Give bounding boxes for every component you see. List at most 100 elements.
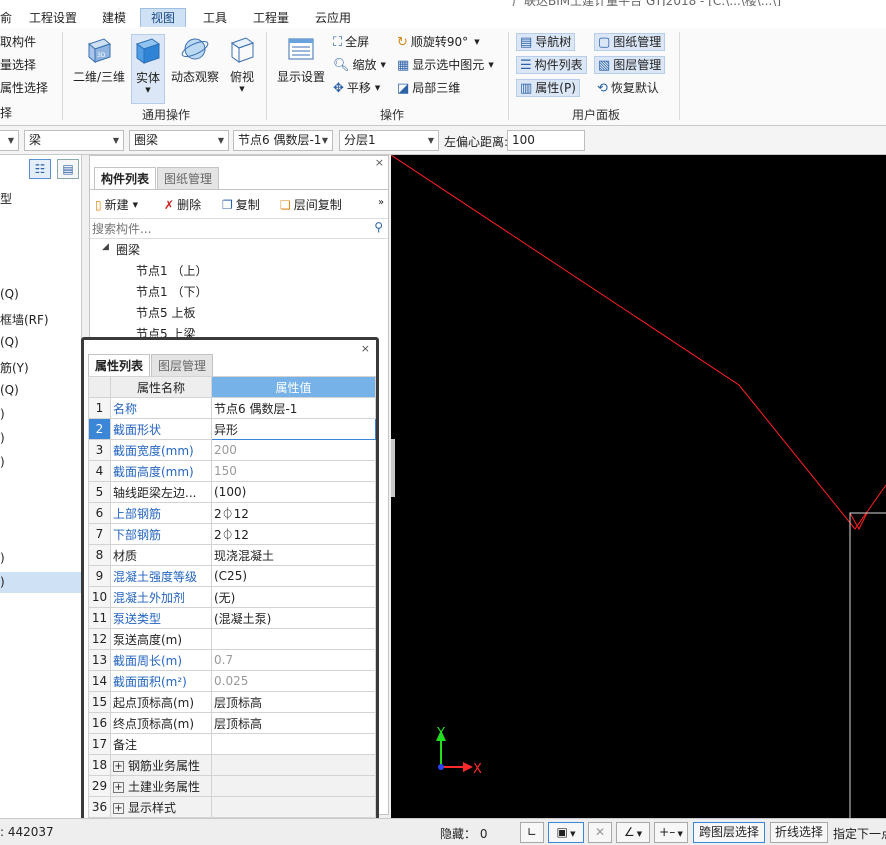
property-value[interactable]: 现浇混凝土 [211,544,376,566]
list-item[interactable]: 节点5 上板 [136,304,195,321]
table-row[interactable]: 2 截面形状 异形 [88,418,376,440]
property-value[interactable]: 异形 [211,418,376,440]
list-item[interactable]: 节点1 （上） [136,262,207,279]
drawing-viewport[interactable]: Y X [391,155,886,818]
tree-item[interactable]: 型 [0,190,12,207]
property-value[interactable] [211,733,376,755]
dynamic-orbit-button[interactable]: 动态观察 [166,34,224,85]
component-select[interactable]: 节点6 偶数层-1 ▼ [233,130,333,151]
properties-button[interactable]: ▥ 属性(P) [516,79,580,97]
tree-item[interactable]: 筋(Y) [0,359,29,376]
ortho-icon[interactable]: ∟ [520,822,544,843]
table-row[interactable]: 1 名称 节点6 偶数层-1 [88,397,376,419]
property-value[interactable]: 层顶标高 [211,712,376,734]
tree-item[interactable]: 框墙(RF) [0,311,49,328]
property-value[interactable] [211,628,376,650]
table-row[interactable]: 7 下部钢筋 2⏀12 [88,523,376,545]
pan-button[interactable]: ✥ 平移 ▼ [333,81,380,95]
angle-icon[interactable]: ∠ ▼ [616,822,650,843]
subtype-select[interactable]: 圈梁 ▼ [129,130,229,151]
nav-tree-button[interactable]: ▤ 导航树 [516,33,576,51]
property-value[interactable]: (无) [211,586,376,608]
zoom-button[interactable]: 🔍︎ 缩放 ▼ [333,58,386,72]
menu-tools[interactable]: 工具 [203,9,227,28]
type-select[interactable]: 梁 ▼ [24,130,124,151]
tab-layer-mgr[interactable]: 图层管理 [151,354,214,376]
table-row[interactable]: 8 材质 现浇混凝土 [88,544,376,566]
tree-item[interactable]: ) [0,431,5,445]
property-value[interactable]: 层顶标高 [211,691,376,713]
menu-view[interactable]: 视图 [140,8,187,27]
property-value[interactable] [211,754,376,776]
restore-default-button[interactable]: ⟲ 恢复默认 [597,81,659,95]
table-row[interactable]: 15 起点顶标高(m) 层顶标高 [88,691,376,713]
tab-property-list[interactable]: 属性列表 [88,354,151,376]
more-tools-icon[interactable]: » [378,197,384,208]
solid-button[interactable]: 实体 ▼ [131,34,165,104]
polyline-select-button[interactable]: 折线选择 [770,822,828,843]
property-value[interactable]: (100) [211,481,376,503]
tree-item[interactable]: (Q) [0,287,19,301]
search-input[interactable] [92,220,362,237]
local-3d-button[interactable]: ◪ 局部三维 [397,81,460,95]
floor-copy-button[interactable]: ❏ 层间复制 [280,196,342,213]
tree-item[interactable]: ) [0,455,5,469]
detail-view-icon[interactable]: ▤ [57,159,79,179]
expand-plus-icon[interactable]: + [113,781,124,793]
header-name[interactable]: 属性名称 [110,376,212,398]
header-value[interactable]: 属性值 [211,376,376,398]
search-icon[interactable]: ⚲ [374,220,383,234]
batch-select-button[interactable]: 量选择 [0,58,36,72]
tab-component-list[interactable]: 构件列表 [94,167,157,189]
tree-item-selected[interactable]: ) [0,572,81,593]
show-selected-button[interactable]: ▦ 显示选中图元 ▼ [397,58,494,72]
offset-icon[interactable]: +– ▼ [654,822,688,843]
table-row[interactable]: 4 截面高度(mm) 150 [88,460,376,482]
table-row[interactable]: 18 + 钢筋业务属性 [88,754,376,776]
table-row[interactable]: 11 泵送类型 (混凝土泵) [88,607,376,629]
property-value[interactable]: 150 [211,460,376,482]
rotate-90-button[interactable]: ↻ 顺旋转90° ▼ [397,35,480,49]
property-value[interactable]: (C25) [211,565,376,587]
comp-list-button[interactable]: ☰ 构件列表 [516,56,587,74]
property-value[interactable] [211,796,376,818]
menu-cloud[interactable]: 云应用 [315,9,351,28]
property-value[interactable] [211,775,376,797]
table-row[interactable]: 17 备注 [88,733,376,755]
pick-component-button[interactable]: 取构件 [0,35,36,49]
menu-project-settings[interactable]: 工程设置 [29,9,77,28]
table-row[interactable]: 14 截面面积(m²) 0.025 [88,670,376,692]
floor-select[interactable]: ▼ [0,130,19,151]
layer-select[interactable]: 分层1 ▼ [339,130,439,151]
tree-item[interactable]: ) [0,551,5,565]
tree-item[interactable]: ) [0,407,5,421]
property-value[interactable]: 0.7 [211,649,376,671]
menu-item-partial[interactable]: 俞 [0,9,12,28]
property-value[interactable]: 200 [211,439,376,461]
splitter-handle[interactable] [391,439,395,497]
table-row[interactable]: 6 上部钢筋 2⏀12 [88,502,376,524]
table-row[interactable]: 10 混凝土外加剂 (无) [88,586,376,608]
display-settings-button[interactable]: 显示设置 [272,34,330,85]
2d-3d-button[interactable]: 3D 二维/三维 [68,34,130,85]
tab-drawing-mgr[interactable]: 图纸管理 [157,167,220,189]
list-item[interactable]: 节点1 （下） [136,283,207,300]
table-row[interactable]: 5 轴线距梁左边... (100) [88,481,376,503]
table-row[interactable]: 36 + 显示样式 [88,796,376,818]
copy-button[interactable]: ❐ 复制 [222,196,260,213]
top-view-button[interactable]: 俯视 ▼ [224,34,260,93]
property-value[interactable]: (混凝土泵) [211,607,376,629]
tree-item[interactable]: (Q) [0,383,19,397]
property-value[interactable]: 节点6 偶数层-1 [211,397,376,419]
snap-mode-icon[interactable]: ▣ ▼ [548,822,584,843]
attr-select-button[interactable]: 属性选择 [0,81,48,95]
drawing-mgr-button[interactable]: ▢ 图纸管理 [594,33,666,51]
expand-plus-icon[interactable]: + [113,802,124,814]
cross-layer-select-button[interactable]: 跨图层选择 [693,822,765,843]
cross-icon[interactable]: ✕ [588,822,612,843]
offset-input[interactable]: 100 [507,130,585,151]
menu-quantities[interactable]: 工程量 [253,9,289,28]
property-value[interactable]: 2⏀12 [211,523,376,545]
tree-root[interactable]: 圈梁 [116,241,140,258]
table-row[interactable]: 13 截面周长(m) 0.7 [88,649,376,671]
